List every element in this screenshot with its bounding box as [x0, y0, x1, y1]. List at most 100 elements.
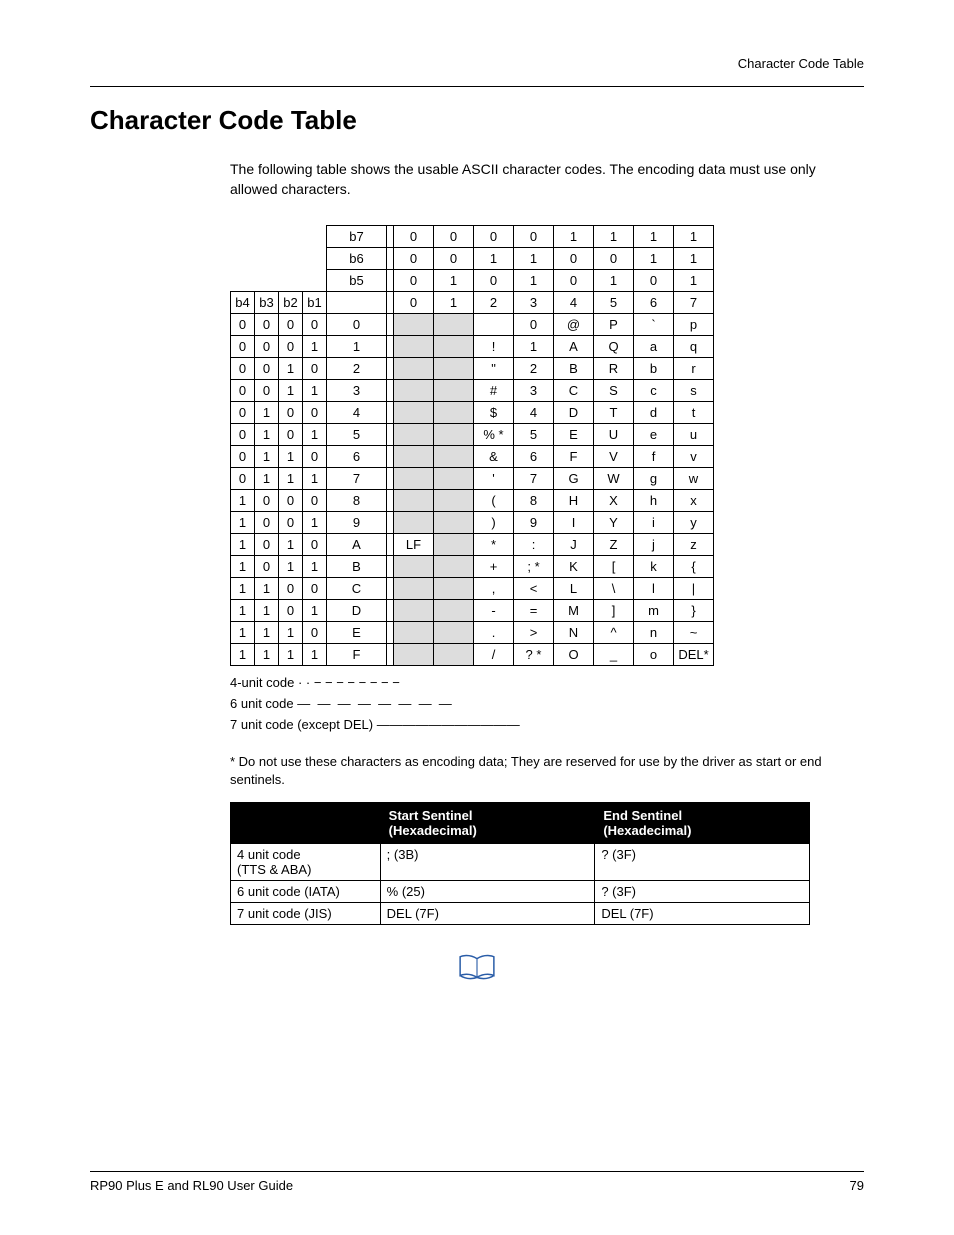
col-header: 3 [514, 292, 554, 314]
char-cell [434, 314, 474, 336]
char-cell: E [554, 424, 594, 446]
bit-cell: 1 [231, 490, 255, 512]
char-cell: S [594, 380, 634, 402]
char-cell [434, 490, 474, 512]
legend-block: 4-unit code · · − − − − − − − − 6 unit c… [230, 672, 864, 735]
char-cell: K [554, 556, 594, 578]
char-cell: P [594, 314, 634, 336]
char-cell: f [634, 446, 674, 468]
char-cell: / [474, 644, 514, 666]
bit-cell: 0 [255, 490, 279, 512]
bit-cell: 0 [231, 446, 255, 468]
hex-cell: B [327, 556, 387, 578]
bit-cell: 0 [231, 424, 255, 446]
bit-val: 0 [554, 270, 594, 292]
char-cell [434, 622, 474, 644]
bit-cell: 1 [255, 446, 279, 468]
bit-val: 0 [594, 248, 634, 270]
char-cell: ! [474, 336, 514, 358]
bit-cell: 0 [255, 380, 279, 402]
bit-cell: 0 [279, 512, 303, 534]
char-cell: \ [594, 578, 634, 600]
char-cell: i [634, 512, 674, 534]
col-header: 5 [594, 292, 634, 314]
char-cell: > [514, 622, 554, 644]
char-cell [434, 556, 474, 578]
char-cell: G [554, 468, 594, 490]
hex-cell: A [327, 534, 387, 556]
char-cell: ' [474, 468, 514, 490]
hex-cell: 9 [327, 512, 387, 534]
hex-cell: F [327, 644, 387, 666]
bit-cell: 0 [255, 556, 279, 578]
bit-cell: 1 [303, 512, 327, 534]
hex-cell: 3 [327, 380, 387, 402]
bit-cell: 1 [231, 512, 255, 534]
bit-val: 0 [554, 248, 594, 270]
bit-val: 1 [594, 270, 634, 292]
bit-cell: 1 [303, 600, 327, 622]
bit-cell: 1 [303, 336, 327, 358]
header-rule [90, 86, 864, 87]
char-cell [394, 512, 434, 534]
char-cell [394, 446, 434, 468]
char-cell: " [474, 358, 514, 380]
bit-val: 0 [474, 226, 514, 248]
sentinel-value: ? (3F) [595, 881, 810, 903]
char-cell: g [634, 468, 674, 490]
bit-cell: 0 [255, 358, 279, 380]
char-cell [394, 336, 434, 358]
char-cell: u [674, 424, 714, 446]
char-cell: H [554, 490, 594, 512]
char-cell: @ [554, 314, 594, 336]
char-cell: k [634, 556, 674, 578]
char-cell: , [474, 578, 514, 600]
char-cell: ( [474, 490, 514, 512]
col-header: 4 [554, 292, 594, 314]
char-cell: M [554, 600, 594, 622]
sentinel-value: DEL (7F) [595, 903, 810, 925]
hex-cell: 0 [327, 314, 387, 336]
hex-cell: 1 [327, 336, 387, 358]
char-cell: & [474, 446, 514, 468]
char-cell: 2 [514, 358, 554, 380]
bit-cell: 0 [279, 424, 303, 446]
char-cell: q [674, 336, 714, 358]
bit-val: 1 [594, 226, 634, 248]
char-cell: a [634, 336, 674, 358]
char-cell [394, 644, 434, 666]
bit-val: 1 [554, 226, 594, 248]
char-cell [434, 600, 474, 622]
char-cell [394, 600, 434, 622]
char-cell: l [634, 578, 674, 600]
legend-7unit: 7 unit code (except DEL) ——————————— [230, 714, 864, 735]
char-cell [394, 380, 434, 402]
bit-cell: 0 [231, 402, 255, 424]
char-cell [434, 358, 474, 380]
bit-cell: 0 [279, 600, 303, 622]
bit-val: 1 [674, 270, 714, 292]
bit-cell: 1 [279, 644, 303, 666]
char-cell: N [554, 622, 594, 644]
char-cell: v [674, 446, 714, 468]
char-cell: o [634, 644, 674, 666]
sentinel-value: DEL (7F) [380, 903, 595, 925]
bit-cell: 1 [231, 578, 255, 600]
footer-page: 79 [850, 1178, 864, 1193]
bit-val: 1 [474, 248, 514, 270]
char-cell: D [554, 402, 594, 424]
char-cell [394, 468, 434, 490]
bit-cell: 1 [255, 578, 279, 600]
book-icon [458, 953, 496, 983]
hex-cell: 5 [327, 424, 387, 446]
char-cell: s [674, 380, 714, 402]
bit-val: 1 [674, 248, 714, 270]
page-footer: RP90 Plus E and RL90 User Guide 79 [90, 1171, 864, 1193]
bit-val: 1 [514, 270, 554, 292]
bit-cell: 1 [303, 556, 327, 578]
bit-cell: 1 [231, 622, 255, 644]
char-cell: y [674, 512, 714, 534]
char-cell: 6 [514, 446, 554, 468]
bit-cell: 0 [231, 314, 255, 336]
char-cell: U [594, 424, 634, 446]
